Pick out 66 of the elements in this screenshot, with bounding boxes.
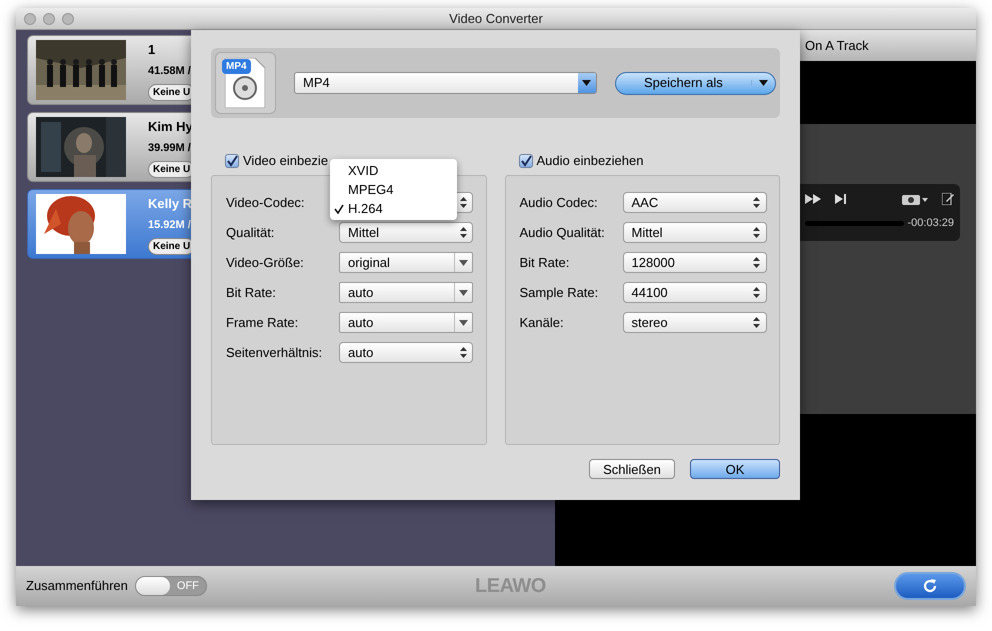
popup-button[interactable]: 128000 — [622, 252, 766, 273]
field-label: Video-Größe: — [226, 254, 305, 272]
file-size: 15.92M / — [148, 218, 192, 233]
dropdown-arrow-icon — [459, 290, 468, 296]
format-badge: MP4 — [222, 59, 251, 74]
format-dropdown[interactable]: MP4 — [294, 72, 597, 94]
merge-label: Zusammenführen — [26, 577, 128, 596]
stepper-arrows-icon — [753, 257, 760, 268]
dropdown-arrow-icon — [582, 80, 592, 86]
popup-button[interactable]: 44100 — [622, 282, 766, 303]
menu-item[interactable]: XVID — [330, 161, 457, 180]
logo: LEAWO — [475, 574, 546, 599]
combo-box[interactable]: auto — [339, 282, 473, 303]
popup-button[interactable]: Mittel — [622, 222, 766, 243]
field-label: Audio Codec: — [520, 194, 599, 212]
popup-button[interactable]: AAC — [622, 192, 766, 213]
popup-button[interactable]: Mittel — [339, 222, 473, 243]
file-size: 39.99M / — [148, 141, 192, 156]
skip-to-end-icon[interactable] — [835, 194, 846, 204]
checkbox[interactable] — [518, 154, 532, 168]
video-title: On A Track — [805, 36, 869, 55]
save-as-button[interactable]: Speichern als — [614, 72, 776, 94]
combo-box[interactable]: auto — [339, 312, 473, 333]
file-title: Kelly R — [148, 194, 194, 213]
field-label: Qualität: — [226, 224, 276, 242]
field-label: Seitenverhältnis: — [226, 344, 324, 362]
file-title: 1 — [148, 40, 156, 58]
popup-button[interactable]: auto — [339, 342, 473, 363]
checkmark-icon — [520, 155, 532, 167]
progress-track[interactable] — [805, 221, 904, 226]
stepper-arrows-icon — [460, 347, 466, 358]
stepper-arrows-icon — [460, 197, 466, 208]
checkmark-icon — [226, 155, 238, 167]
combo-box[interactable]: original — [339, 252, 473, 273]
checkbox[interactable] — [225, 154, 239, 168]
stepper-arrows-icon — [753, 287, 760, 298]
dropdown-arrow-icon — [759, 80, 768, 86]
convert-button[interactable] — [894, 572, 966, 600]
dropdown-arrow-icon — [459, 260, 468, 266]
field-label: Bit Rate: — [520, 254, 570, 272]
stepper-arrows-icon — [753, 317, 760, 328]
menu-item[interactable]: H.264 — [330, 199, 457, 218]
edit-icon[interactable] — [942, 193, 954, 206]
menu-item[interactable]: MPEG4 — [330, 180, 457, 199]
checkbox-label: Video einbezie — [243, 152, 328, 170]
field-label: Sample Rate: — [520, 284, 600, 302]
window-title: Video Converter — [449, 10, 543, 28]
remaining-time: -00:03:29 — [908, 216, 954, 232]
field-label: Bit Rate: — [226, 284, 277, 302]
stepper-arrows-icon — [460, 227, 466, 238]
file-size: 41.58M / — [148, 64, 192, 79]
refresh-icon — [922, 578, 938, 594]
close-button[interactable]: Schließen — [589, 459, 675, 479]
ok-button[interactable]: OK — [690, 459, 780, 479]
popup-button[interactable]: stereo — [622, 312, 766, 333]
field-label: Frame Rate: — [226, 314, 300, 332]
camera-icon[interactable] — [902, 193, 928, 206]
field-label: Video-Codec: — [226, 194, 306, 212]
stepper-arrows-icon — [753, 227, 760, 238]
field-label: Audio Qualität: — [520, 224, 606, 242]
stepper-arrows-icon — [753, 197, 760, 208]
fast-forward-icon[interactable] — [805, 194, 821, 204]
checkbox-label: Audio einbeziehen — [536, 152, 644, 170]
field-label: Kanäle: — [520, 314, 565, 332]
dropdown-arrow-icon — [459, 320, 468, 326]
checkmark-icon — [334, 204, 344, 214]
